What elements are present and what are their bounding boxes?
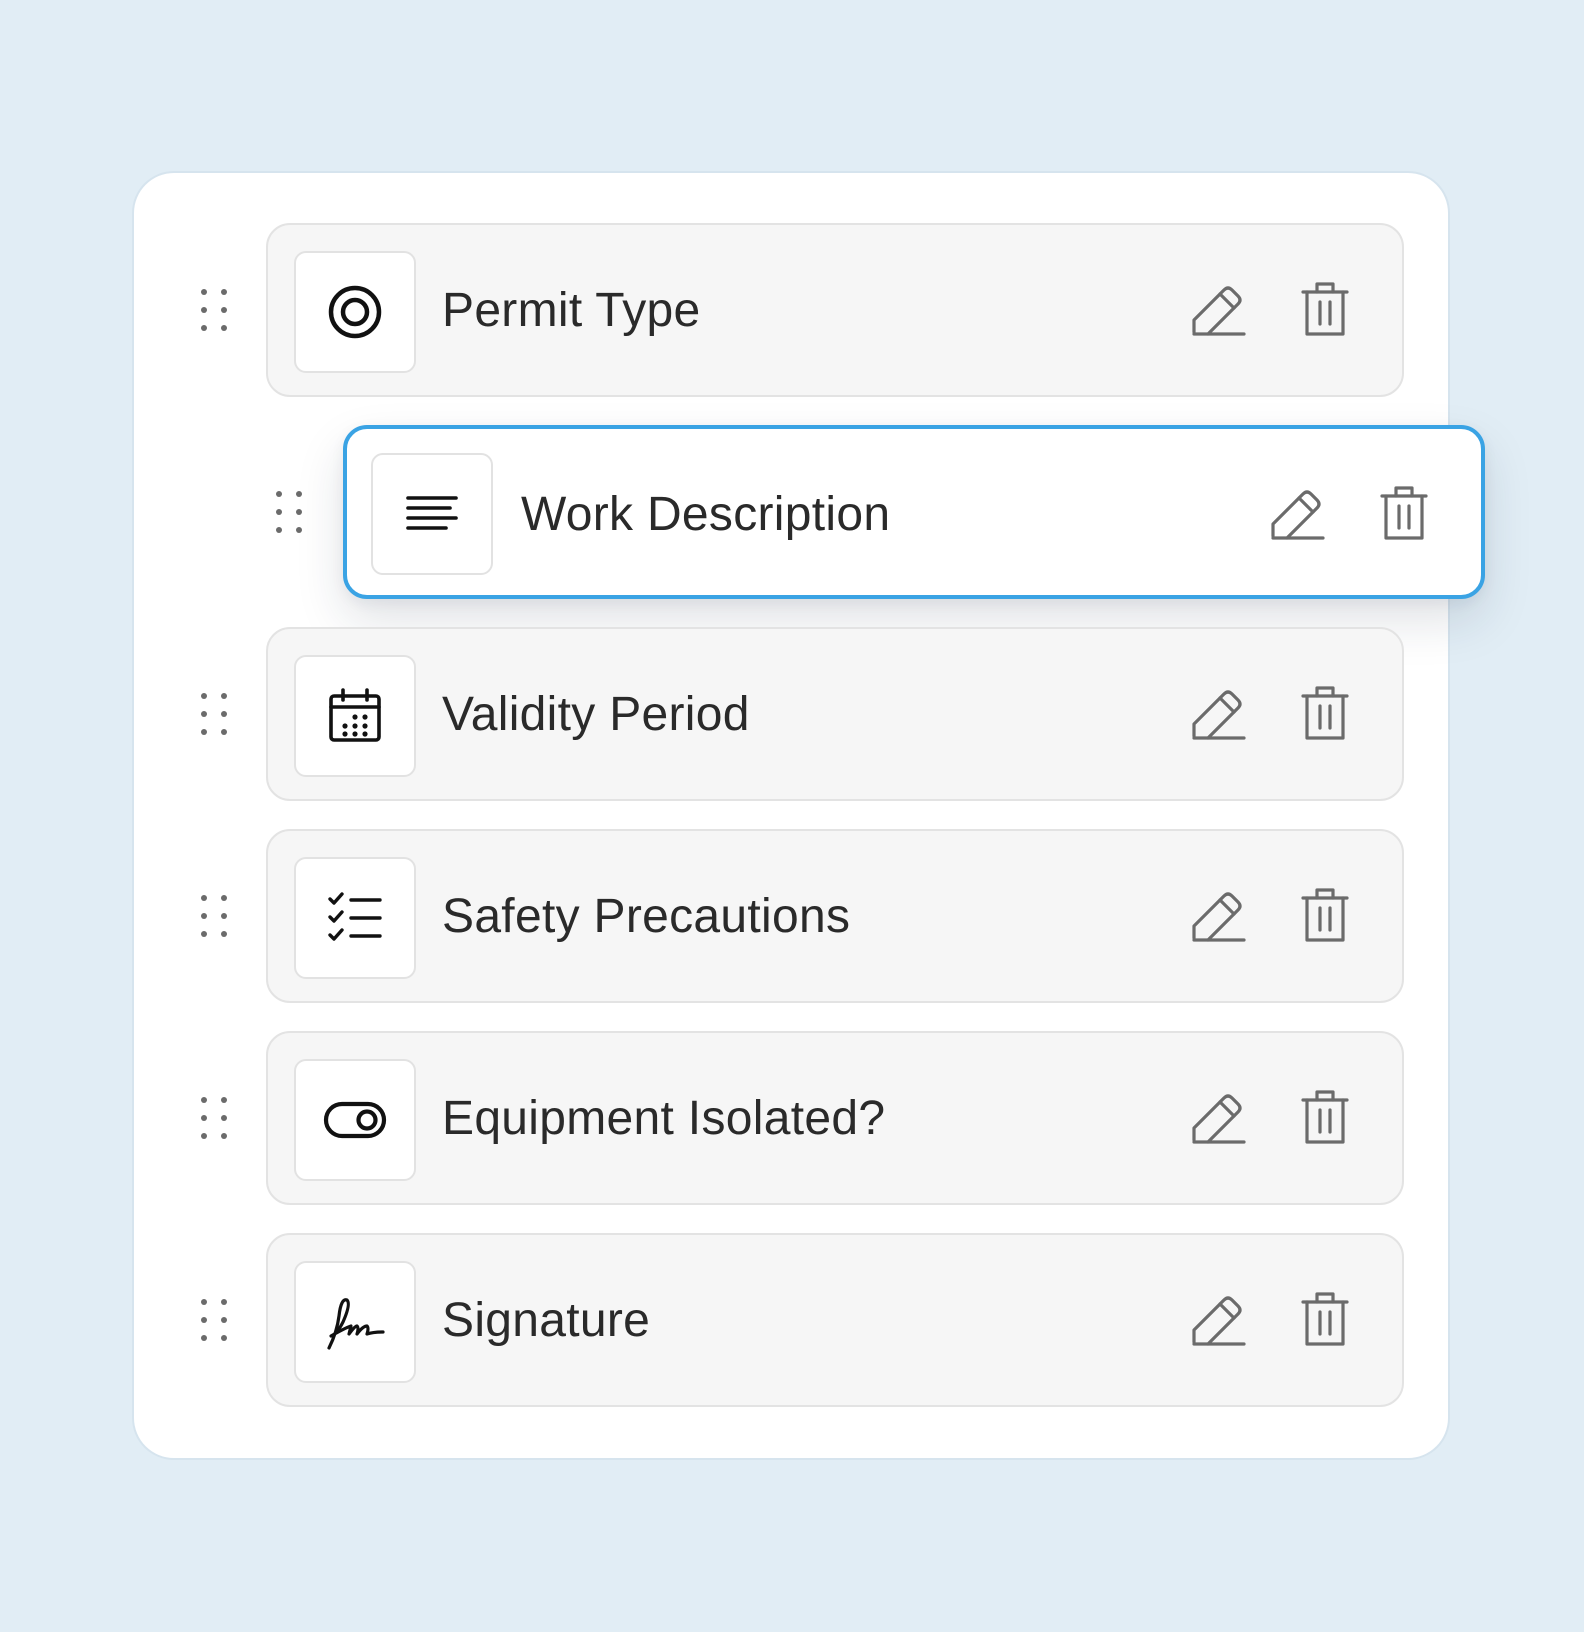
form-fields-panel: Permit Type Work Description Validity Pe… (134, 173, 1485, 1458)
field-card[interactable]: Equipment Isolated? (266, 1031, 1404, 1205)
trash-icon[interactable] (1295, 280, 1355, 340)
signature-icon (327, 1298, 385, 1350)
field-type-icon-box (294, 655, 416, 777)
field-type-icon-box (294, 251, 416, 373)
field-row-validity-period: Validity Period (134, 627, 1448, 801)
field-card[interactable]: Signature (266, 1233, 1404, 1407)
field-card[interactable]: Validity Period (266, 627, 1404, 801)
drag-handle-icon[interactable] (199, 691, 229, 737)
trash-icon[interactable] (1295, 886, 1355, 946)
text-lines-icon (406, 496, 458, 530)
field-row-permit-type: Permit Type (134, 223, 1448, 397)
checklist-icon (328, 892, 382, 941)
trash-icon[interactable] (1295, 1088, 1355, 1148)
field-type-icon-box (294, 1059, 416, 1181)
trash-icon[interactable] (1295, 684, 1355, 744)
edit-pencil-icon[interactable] (1188, 1088, 1248, 1148)
toggle-icon (323, 1101, 387, 1139)
field-label: Signature (442, 1293, 651, 1347)
field-card-dragging[interactable]: Work Description (343, 425, 1485, 599)
edit-pencil-icon[interactable] (1188, 684, 1248, 744)
trash-icon[interactable] (1374, 484, 1434, 544)
drag-handle-icon[interactable] (199, 893, 229, 939)
edit-pencil-icon[interactable] (1188, 886, 1248, 946)
trash-icon[interactable] (1295, 1290, 1355, 1350)
drag-handle-icon[interactable] (274, 489, 304, 535)
field-label: Permit Type (442, 283, 701, 337)
field-label: Validity Period (442, 687, 750, 741)
field-label: Safety Precautions (442, 889, 851, 943)
drag-handle-icon[interactable] (199, 1297, 229, 1343)
field-label: Equipment Isolated? (442, 1091, 886, 1145)
field-type-icon-box (371, 453, 493, 575)
edit-pencil-icon[interactable] (1267, 484, 1327, 544)
field-card[interactable]: Safety Precautions (266, 829, 1404, 1003)
field-type-icon-box (294, 1261, 416, 1383)
field-row-safety-precautions: Safety Precautions (134, 829, 1448, 1003)
calendar-icon (329, 688, 381, 742)
field-type-icon-box (294, 857, 416, 979)
edit-pencil-icon[interactable] (1188, 280, 1248, 340)
field-row-work-description: Work Description (134, 425, 1485, 599)
edit-pencil-icon[interactable] (1188, 1290, 1248, 1350)
drag-handle-icon[interactable] (199, 1095, 229, 1141)
radio-icon (328, 285, 382, 339)
field-row-equipment-isolated: Equipment Isolated? (134, 1031, 1448, 1205)
drag-handle-icon[interactable] (199, 287, 229, 333)
field-label: Work Description (521, 487, 891, 541)
field-card[interactable]: Permit Type (266, 223, 1404, 397)
field-row-signature: Signature (134, 1233, 1448, 1407)
